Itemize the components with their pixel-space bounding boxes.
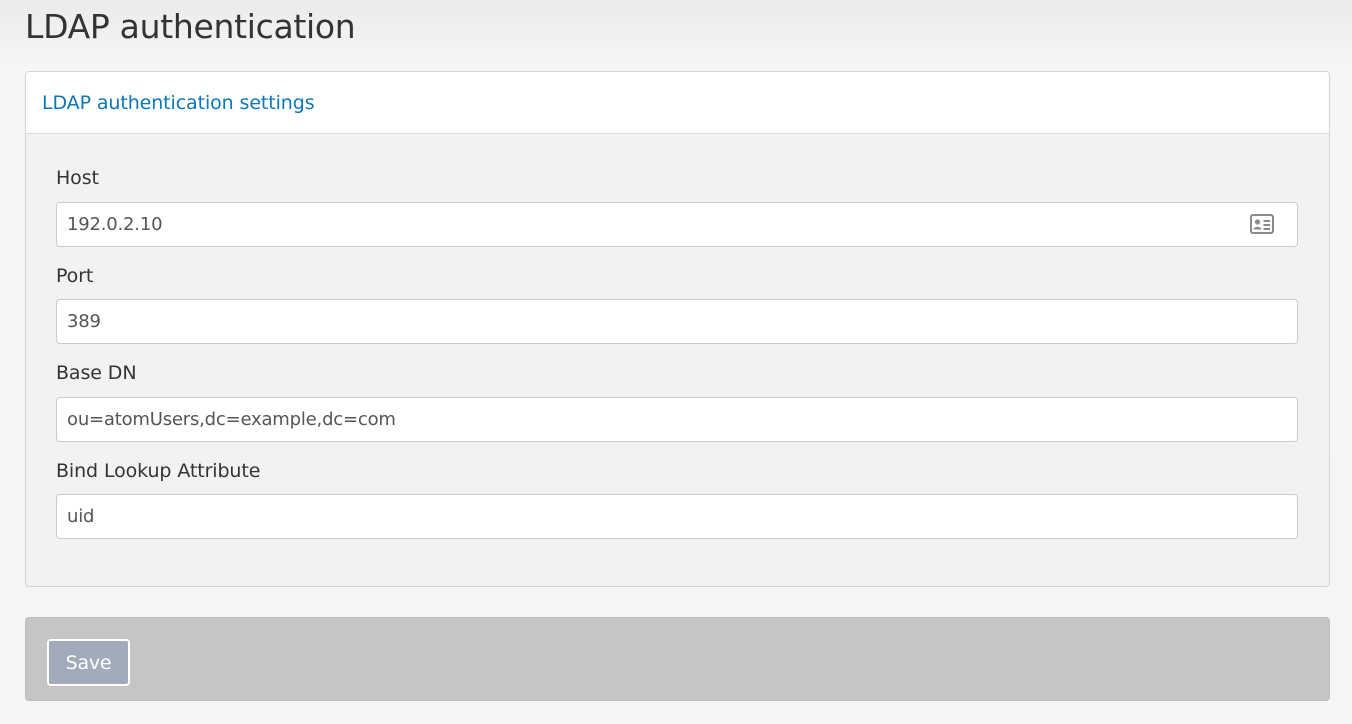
bind-lookup-attribute-input[interactable] <box>56 494 1298 539</box>
save-button[interactable]: Save <box>47 639 130 686</box>
port-field-wrapper <box>56 299 1298 344</box>
page-title: LDAP authentication <box>25 7 356 46</box>
host-field-wrapper <box>56 202 1298 247</box>
bind-lookup-attribute-label: Bind Lookup Attribute <box>56 460 261 482</box>
host-input[interactable] <box>56 202 1298 247</box>
base-dn-input[interactable] <box>56 397 1298 442</box>
panel-heading: LDAP authentication settings <box>26 72 1329 134</box>
form-actions-bar: Save <box>25 617 1330 701</box>
contact-card-icon[interactable] <box>1250 214 1274 234</box>
port-input[interactable] <box>56 299 1298 344</box>
port-label: Port <box>56 265 94 287</box>
bind-lookup-attribute-field-wrapper <box>56 494 1298 539</box>
base-dn-field-wrapper <box>56 397 1298 442</box>
base-dn-label: Base DN <box>56 362 137 384</box>
host-label: Host <box>56 167 99 189</box>
ldap-settings-panel: LDAP authentication settings Host Port B… <box>25 71 1330 587</box>
panel-heading-toggle-link[interactable]: LDAP authentication settings <box>42 92 315 114</box>
